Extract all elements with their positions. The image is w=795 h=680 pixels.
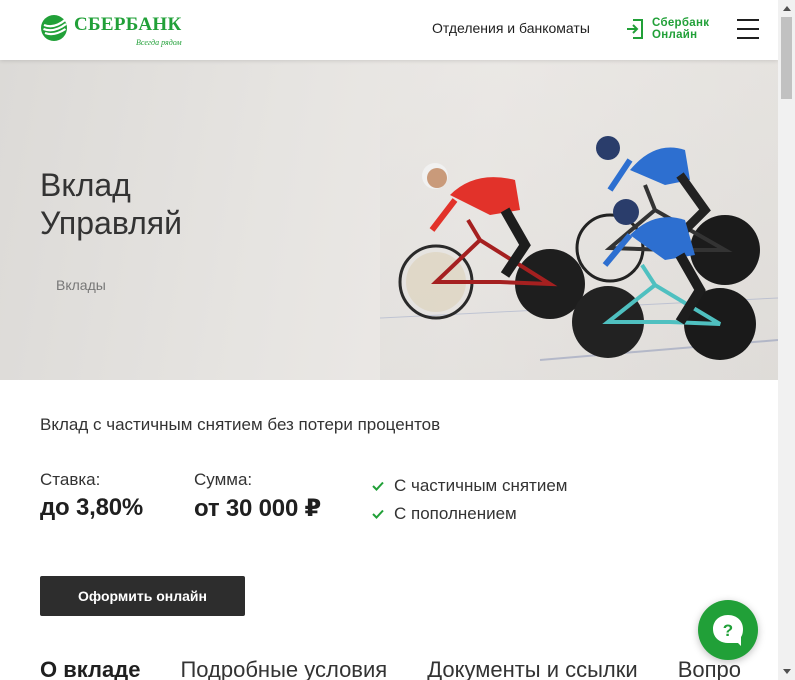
online-line1: Сбербанк xyxy=(652,17,710,29)
login-arrow-icon xyxy=(627,19,643,39)
tab-questions[interactable]: Вопро xyxy=(678,657,741,680)
help-chat-button[interactable]: ? xyxy=(698,600,758,660)
feature-item: С пополнением xyxy=(372,500,568,528)
deposit-subtitle: Вклад с частичным снятием без потери про… xyxy=(40,415,441,434)
scrollbar-thumb[interactable] xyxy=(781,17,792,99)
logo-name: СБЕРБАНК xyxy=(74,14,182,35)
page-title-line1: Вклад xyxy=(40,167,131,203)
breadcrumb-deposits[interactable]: Вклады xyxy=(56,277,106,293)
rate-label: Ставка: xyxy=(40,470,101,489)
check-icon xyxy=(372,481,384,491)
branches-atms-link[interactable]: Отделения и банкоматы xyxy=(432,20,590,36)
apply-online-button[interactable]: Оформить онлайн xyxy=(40,576,245,616)
sber-logo-icon xyxy=(41,15,67,41)
hamburger-menu-icon[interactable] xyxy=(737,19,759,39)
page-title: Вклад Управляй xyxy=(40,166,182,242)
feature-label: С пополнением xyxy=(394,504,517,523)
feature-label: С частичным снятием xyxy=(394,476,568,495)
rate-value: до 3,80% xyxy=(40,494,144,521)
sber-online-link[interactable]: Сбербанк Онлайн xyxy=(626,17,709,41)
sum-block: Сумма: от 30 000 ₽ xyxy=(194,470,321,523)
scroll-down-arrow-icon[interactable] xyxy=(778,663,795,680)
page-title-line2: Управляй xyxy=(40,205,182,241)
online-line2: Онлайн xyxy=(652,29,698,41)
feature-item: С частичным снятием xyxy=(372,472,568,500)
tab-about[interactable]: О вкладе xyxy=(40,657,140,680)
svg-text:?: ? xyxy=(723,621,733,640)
section-tabs: О вкладе Подробные условия Документы и с… xyxy=(40,657,778,680)
page-viewport: СБЕРБАНК Всегда рядом Отделения и банком… xyxy=(0,0,778,680)
scroll-up-arrow-icon[interactable] xyxy=(778,0,795,17)
sum-label: Сумма: xyxy=(194,470,253,489)
check-icon xyxy=(372,509,384,519)
sber-logo[interactable]: СБЕРБАНК Всегда рядом xyxy=(40,14,182,47)
rate-block: Ставка: до 3,80% xyxy=(40,470,143,522)
page-scrollbar[interactable] xyxy=(778,0,795,680)
hero-banner: Вклад Управляй Вклады xyxy=(0,60,778,380)
features-list: С частичным снятием С пополнением xyxy=(372,472,568,528)
tab-documents[interactable]: Документы и ссылки xyxy=(427,657,637,680)
question-chat-icon: ? xyxy=(713,615,743,646)
tab-conditions[interactable]: Подробные условия xyxy=(180,657,387,680)
logo-slogan: Всегда рядом xyxy=(136,38,182,47)
sum-value: от 30 000 ₽ xyxy=(194,495,322,522)
site-header: СБЕРБАНК Всегда рядом Отделения и банком… xyxy=(0,0,778,60)
cyclists-hero-image xyxy=(380,60,778,380)
